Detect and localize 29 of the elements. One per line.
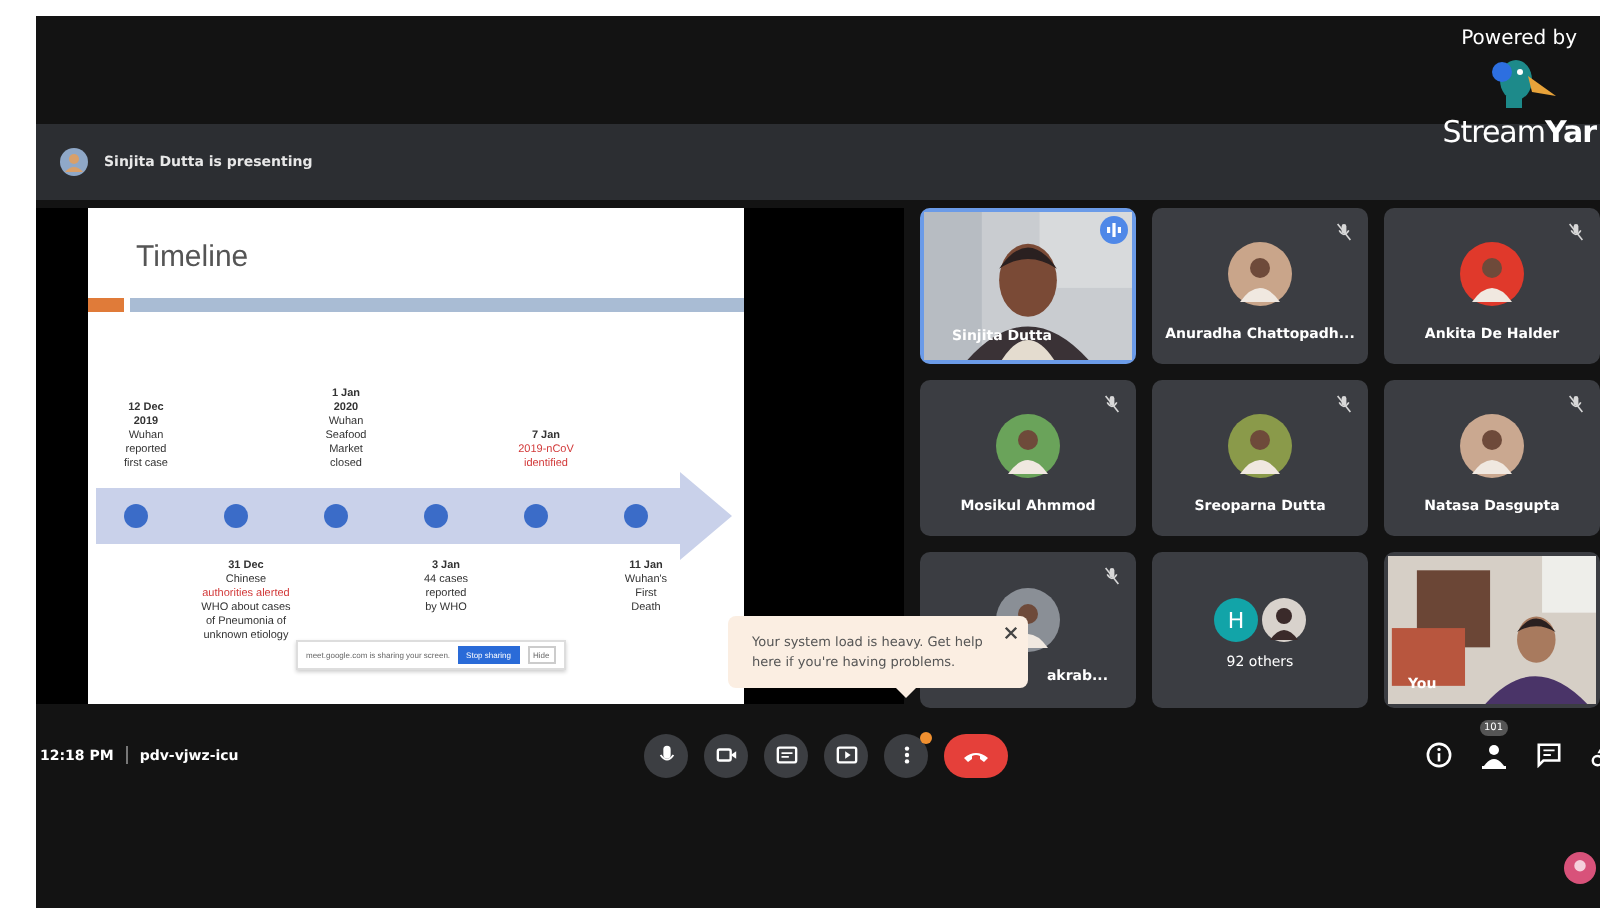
phone-hangup-icon: [962, 747, 990, 763]
captions-button[interactable]: [764, 733, 808, 777]
present-button[interactable]: [824, 733, 868, 777]
avatar-icon: [1228, 414, 1292, 478]
present-screen-icon: [835, 744, 857, 766]
avatar-icon: [1262, 598, 1306, 642]
close-icon[interactable]: [1004, 626, 1018, 640]
avatar-icon: [996, 414, 1060, 478]
avatar-icon: [60, 148, 88, 176]
accent-bar: [88, 298, 124, 312]
chat-icon[interactable]: [1536, 742, 1562, 768]
avatar-icon: [1228, 242, 1292, 306]
avatar-icon: [1460, 242, 1524, 306]
slide-title: Timeline: [134, 238, 251, 274]
wordmark-text: StreamYar: [1442, 114, 1596, 150]
more-options-button[interactable]: [884, 733, 928, 777]
powered-by-text: Powered by: [1461, 28, 1578, 50]
initial-avatar: H: [1214, 598, 1258, 642]
leave-call-button[interactable]: [944, 733, 1008, 777]
captions-icon: [775, 744, 797, 766]
info-icon[interactable]: [1426, 742, 1452, 768]
camera-button[interactable]: [704, 733, 748, 777]
camera-icon: [715, 744, 737, 766]
avatar-icon: [1564, 852, 1596, 884]
microphone-icon: [655, 744, 677, 766]
microphone-button[interactable]: [644, 733, 688, 777]
people-icon[interactable]: [1480, 741, 1508, 769]
avatar-icon: [1460, 414, 1524, 478]
speaking-indicator-icon: [1100, 216, 1128, 244]
